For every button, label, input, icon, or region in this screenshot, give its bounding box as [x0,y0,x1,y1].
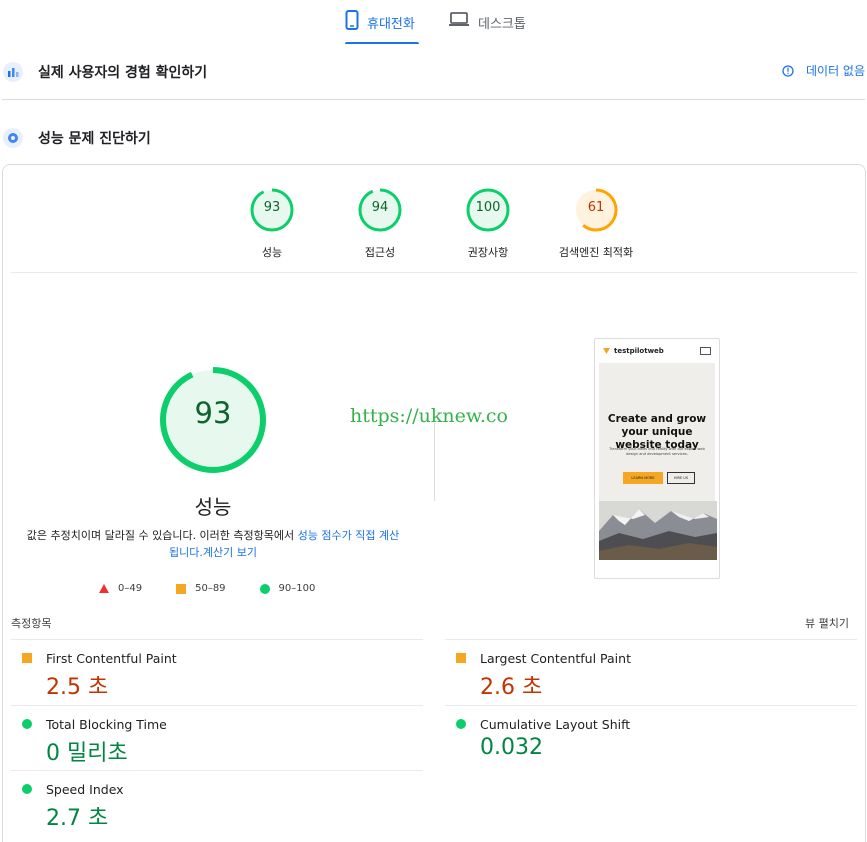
metric-value: 2.5 초 [46,675,109,700]
metric-item: Total Blocking Time 0 밀리초 [11,705,423,769]
no-data-link[interactable]: 데이터 없음 [782,62,865,79]
circle-icon [259,583,270,594]
lab-section-header: 성능 문제 진단하기 [0,124,867,152]
category-score: 61 [587,200,605,215]
vertical-divider [434,423,435,501]
mountain-image [599,501,717,560]
screenshot-hero: Create and grow your unique website toda… [599,363,717,560]
category-gauges: 93 성능 94 접근성 100 권장사항 61 검색엔진 최적화 [3,165,867,273]
legend-fail-range: 0–49 [118,583,143,594]
hamburger-icon [700,347,711,355]
tab-desktop-label: 데스크톱 [478,17,526,32]
performance-score: 93 [194,396,232,430]
circle-icon [22,719,32,729]
legend-fail: 0–49 [99,583,142,594]
metric-divider [445,639,857,640]
device-tabs: 휴대전화 데스크톱 [0,0,867,46]
tab-mobile[interactable]: 휴대전화 [345,10,419,44]
crux-section-header: 실제 사용자의 경험 확인하기 데이터 없음 [0,58,867,86]
users-chart-icon [3,62,23,82]
metric-item: First Contentful Paint 2.5 초 [11,639,423,703]
metric-item: Speed Index 2.7 초 [11,770,423,834]
lab-title: 성능 문제 진단하기 [38,131,151,147]
metric-name: Total Blocking Time [46,717,167,732]
screenshot-brand: testpilotweb [614,347,664,355]
laptop-icon [449,12,469,26]
legend-pass-range: 90–100 [278,583,316,594]
metric-name: Cumulative Layout Shift [480,717,631,732]
metric-divider [11,639,423,640]
category-label: 접근성 [364,246,396,259]
performance-title: 성능 [194,495,232,519]
square-icon [456,653,466,663]
category-gauge[interactable]: 93 성능 [227,187,317,260]
metric-name: First Contentful Paint [46,651,177,666]
score-legend: 0–49 50–89 90–100 [99,583,349,594]
score-note: 값은 추정치이며 달라질 수 있습니다. 이러한 측정항목에서 성능 점수가 직… [23,527,403,561]
category-score: 94 [371,200,389,215]
screenshot-primary-button: LEARN MORE [623,472,663,484]
metrics-label: 측정항목 [11,617,52,630]
legend-pass: 90–100 [259,583,316,594]
calculator-link[interactable]: 계산기 보기 [203,546,257,559]
metric-item: Cumulative Layout Shift 0.032 [445,705,857,769]
metric-value: 0.032 [480,735,543,760]
info-icon [782,64,794,77]
category-label: 검색엔진 최적화 [558,246,634,259]
phone-icon [345,10,359,30]
category-label: 권장사항 [467,246,509,259]
tab-active-indicator [345,42,419,44]
category-gauge[interactable]: 94 접근성 [335,187,425,260]
metric-divider [11,705,423,706]
category-score: 100 [475,200,501,215]
page-screenshot: testpilotweb Create and grow your unique… [594,338,720,579]
metric-name: Largest Contentful Paint [480,651,631,666]
circle-icon [22,784,32,794]
screenshot-navbar: testpilotweb [595,339,719,363]
metric-name: Speed Index [46,782,124,797]
performance-gauge: 93 [158,365,268,475]
category-gauge[interactable]: 61 검색엔진 최적화 [551,187,641,260]
metric-value: 2.7 초 [46,806,109,831]
expand-view-button[interactable]: 뷰 펼치기 [805,615,849,631]
legend-average-range: 50–89 [195,583,226,594]
watermark: https://uknew.co [350,405,508,427]
square-icon [22,653,32,663]
triangle-icon [99,584,109,593]
metric-divider [445,705,857,706]
category-gauge[interactable]: 100 권장사항 [443,187,533,260]
metric-value: 0 밀리초 [46,741,128,766]
square-icon [176,583,187,594]
metric-divider [11,770,423,771]
section-divider [2,99,865,100]
gauges-divider [11,272,857,273]
category-score: 93 [263,200,281,215]
metric-item: Largest Contentful Paint 2.6 초 [445,639,857,703]
legend-average: 50–89 [176,583,226,594]
lighthouse-icon [3,128,23,148]
no-data-label: 데이터 없음 [805,64,865,78]
tab-mobile-label: 휴대전화 [367,17,415,32]
brand-logo [603,348,610,354]
report-card: 93 성능 94 접근성 100 권장사항 61 검색엔진 최적화 93 성능 값은 추정치이… [2,164,866,842]
category-label: 성능 [261,246,283,259]
circle-icon [456,719,466,729]
screenshot-subtext: Transform your ideas into reality with o… [609,447,705,456]
score-note-text: 값은 추정치이며 달라질 수 있습니다. 이러한 측정항목에서 [26,529,298,542]
metric-value: 2.6 초 [480,675,543,700]
crux-title: 실제 사용자의 경험 확인하기 [38,65,208,81]
tab-desktop[interactable]: 데스크톱 [448,10,528,44]
screenshot-secondary-button: HIRE US [667,472,695,484]
